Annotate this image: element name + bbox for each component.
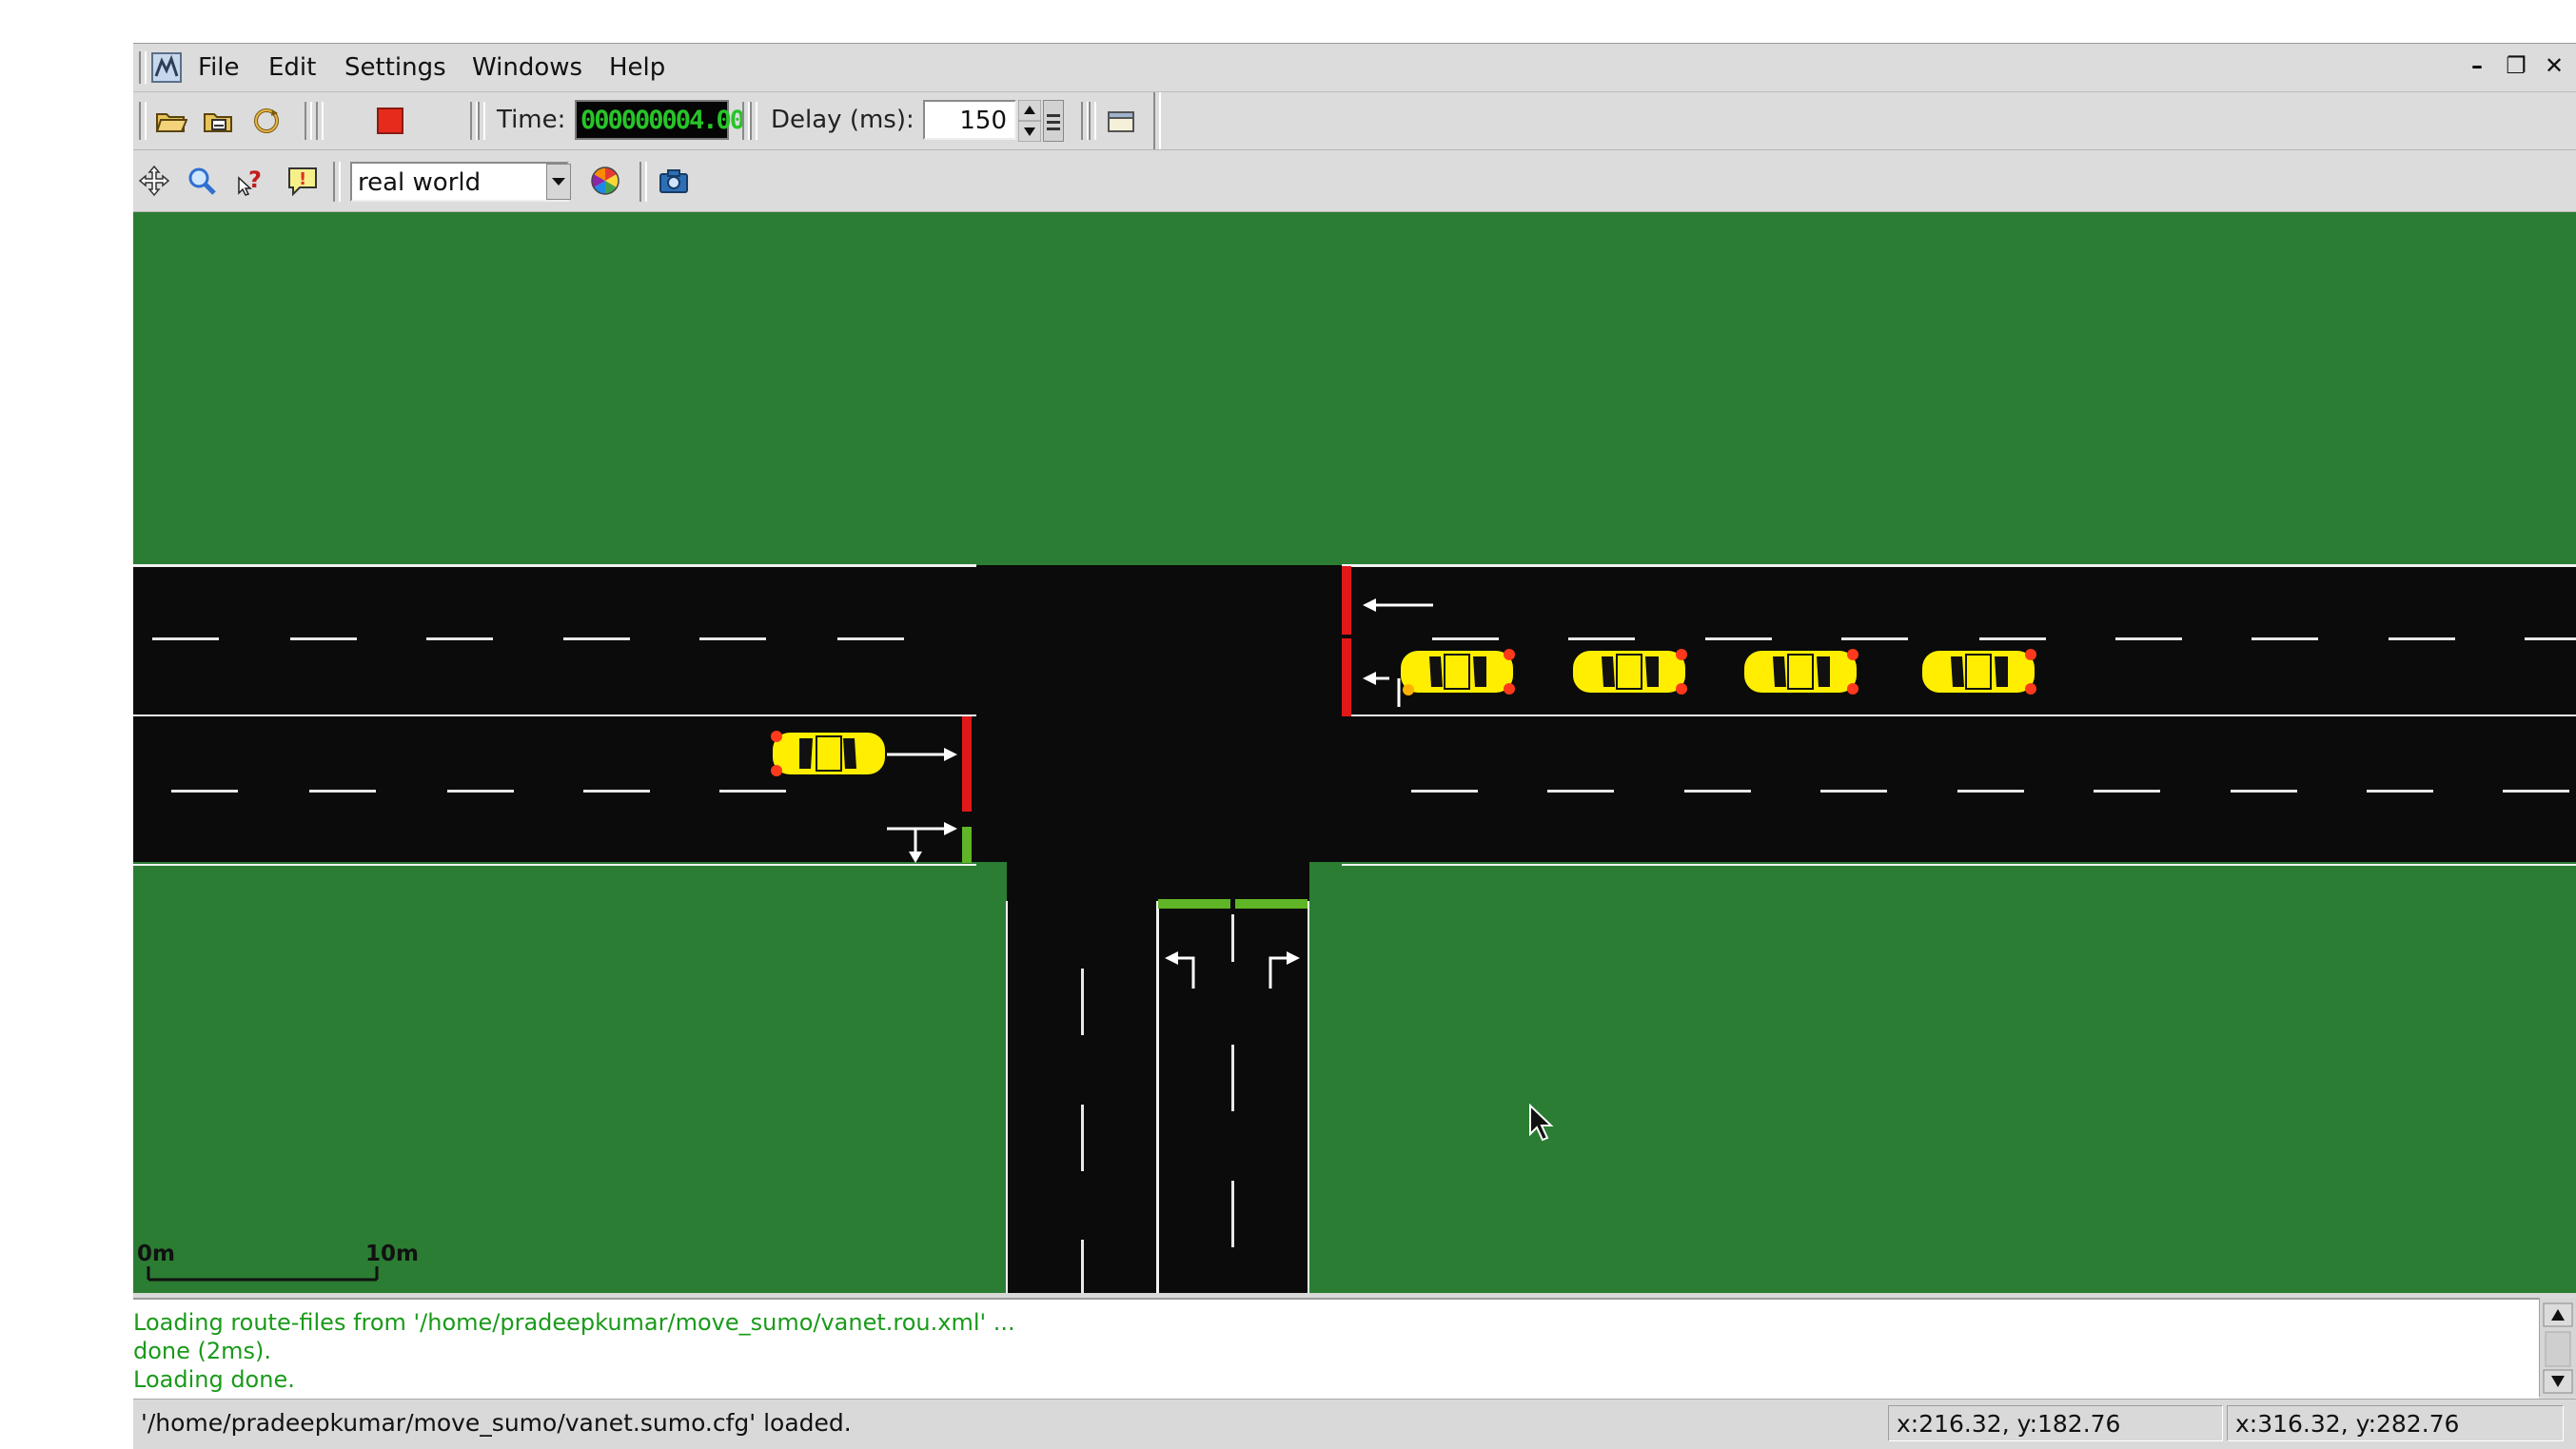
svg-text:?: ? xyxy=(248,166,262,193)
status-bar: '/home/pradeepkumar/move_sumo/vanet.sumo… xyxy=(133,1399,2576,1449)
car-icon xyxy=(1922,649,2036,695)
simulation-view[interactable]: 0m 10m xyxy=(133,212,2576,1293)
tooltip-toggle-button[interactable]: ! xyxy=(282,160,324,202)
new-view-button[interactable] xyxy=(1100,100,1142,142)
question-pointer-icon: ? xyxy=(238,166,262,196)
toolbar-grip[interactable] xyxy=(139,102,147,140)
recenter-view-button[interactable] xyxy=(133,160,175,202)
stop-icon xyxy=(377,108,403,134)
toolbar-end xyxy=(1153,92,1161,149)
delay-input[interactable]: 150 xyxy=(923,100,1016,140)
toolbar-separator xyxy=(639,162,647,202)
spin-arrows-icon xyxy=(1017,99,1042,143)
message-log[interactable]: Loading route-files from '/home/pradeepk… xyxy=(133,1298,2539,1399)
open-network-button[interactable] xyxy=(198,100,240,142)
vehicle-westbound-1[interactable] xyxy=(1395,645,1519,698)
color-wheel-icon xyxy=(591,166,619,195)
status-message: '/home/pradeepkumar/move_sumo/vanet.sumo… xyxy=(141,1409,852,1437)
menu-settings[interactable]: Settings xyxy=(344,53,446,82)
time-value: 000000004.00 xyxy=(580,106,745,135)
toolbar-grip[interactable] xyxy=(1089,102,1096,140)
app-icon[interactable] xyxy=(150,51,183,84)
minimize-button[interactable]: – xyxy=(2462,51,2492,80)
delay-spinner[interactable] xyxy=(1017,99,1042,143)
toolbar-grip[interactable] xyxy=(478,102,485,140)
car-icon xyxy=(1573,649,1687,695)
cursor-coordinates: x:216.32, y:182.76 xyxy=(1888,1405,2223,1441)
toolbar-separator xyxy=(1081,102,1089,140)
menu-edit[interactable]: Edit xyxy=(268,53,316,82)
log-scrollbar[interactable] xyxy=(2539,1298,2576,1397)
move-arrows-icon xyxy=(138,165,170,197)
car-icon xyxy=(1401,649,1515,695)
scale-bar xyxy=(147,1266,379,1282)
log-line: Loading done. xyxy=(133,1366,295,1393)
new-view-icon xyxy=(1108,111,1134,132)
tooltip-icon: ! xyxy=(288,167,317,197)
car-icon xyxy=(1744,649,1858,695)
log-line: Loading route-files from '/home/pradeepk… xyxy=(133,1309,1015,1336)
vehicle-eastbound[interactable] xyxy=(767,727,891,780)
open-simulation-button[interactable] xyxy=(150,100,192,142)
magnifier-icon xyxy=(188,167,216,195)
toolbar-grip[interactable] xyxy=(750,102,757,140)
menu-windows[interactable]: Windows xyxy=(472,53,582,82)
color-scheme-select[interactable]: real world xyxy=(350,162,569,202)
scroll-arrows-icon xyxy=(2543,1302,2573,1394)
lane-arrows xyxy=(887,598,1433,989)
geo-coordinates: x:316.32, y:282.76 xyxy=(2227,1405,2564,1441)
toolbar-separator xyxy=(333,162,341,202)
svg-text:!: ! xyxy=(299,169,306,189)
vehicle-westbound-2[interactable] xyxy=(1567,645,1691,698)
mouse-cursor-icon xyxy=(1529,1104,1554,1142)
chevron-down-icon xyxy=(552,178,565,186)
color-scheme-value: real world xyxy=(358,168,482,197)
menubar-grip[interactable] xyxy=(139,51,147,84)
edit-coloring-button[interactable] xyxy=(584,160,626,202)
locate-button[interactable] xyxy=(181,160,223,202)
log-line: done (2ms). xyxy=(133,1338,272,1364)
time-label: Time: xyxy=(497,106,566,134)
delay-slider[interactable] xyxy=(1043,100,1064,142)
view-toolbar: ? ! real world xyxy=(133,150,2576,212)
reload-button[interactable] xyxy=(246,100,287,142)
open-folder-icon xyxy=(155,113,187,132)
camera-icon xyxy=(659,169,688,193)
car-icon xyxy=(771,731,885,776)
vehicle-westbound-4[interactable] xyxy=(1917,645,2040,698)
close-window-button[interactable]: ✕ xyxy=(2539,51,2569,80)
menu-help[interactable]: Help xyxy=(609,53,665,82)
screenshot-button[interactable] xyxy=(653,160,695,202)
delay-value: 150 xyxy=(959,107,1007,135)
toolbar-separator xyxy=(305,102,312,140)
open-network-icon xyxy=(204,113,232,132)
toolbar-grip[interactable] xyxy=(316,102,324,140)
delay-label: Delay (ms): xyxy=(771,106,914,134)
vehicle-westbound-3[interactable] xyxy=(1739,645,1862,698)
toolbar-separator xyxy=(742,102,750,140)
simulation-toolbar: Time: 000000004.00 Delay (ms): 150 xyxy=(133,92,2576,150)
color-scheme-dropdown-button[interactable] xyxy=(546,164,571,200)
restore-button[interactable]: ❐ xyxy=(2501,51,2531,80)
menubar: File Edit Settings Windows Help – ❐ ✕ xyxy=(133,44,2576,92)
stop-button[interactable] xyxy=(369,100,411,142)
menu-file[interactable]: File xyxy=(198,53,240,82)
time-display: 000000004.00 xyxy=(575,100,745,140)
reload-icon xyxy=(254,108,279,133)
query-button[interactable]: ? xyxy=(230,160,272,202)
toolbar-separator xyxy=(470,102,478,140)
